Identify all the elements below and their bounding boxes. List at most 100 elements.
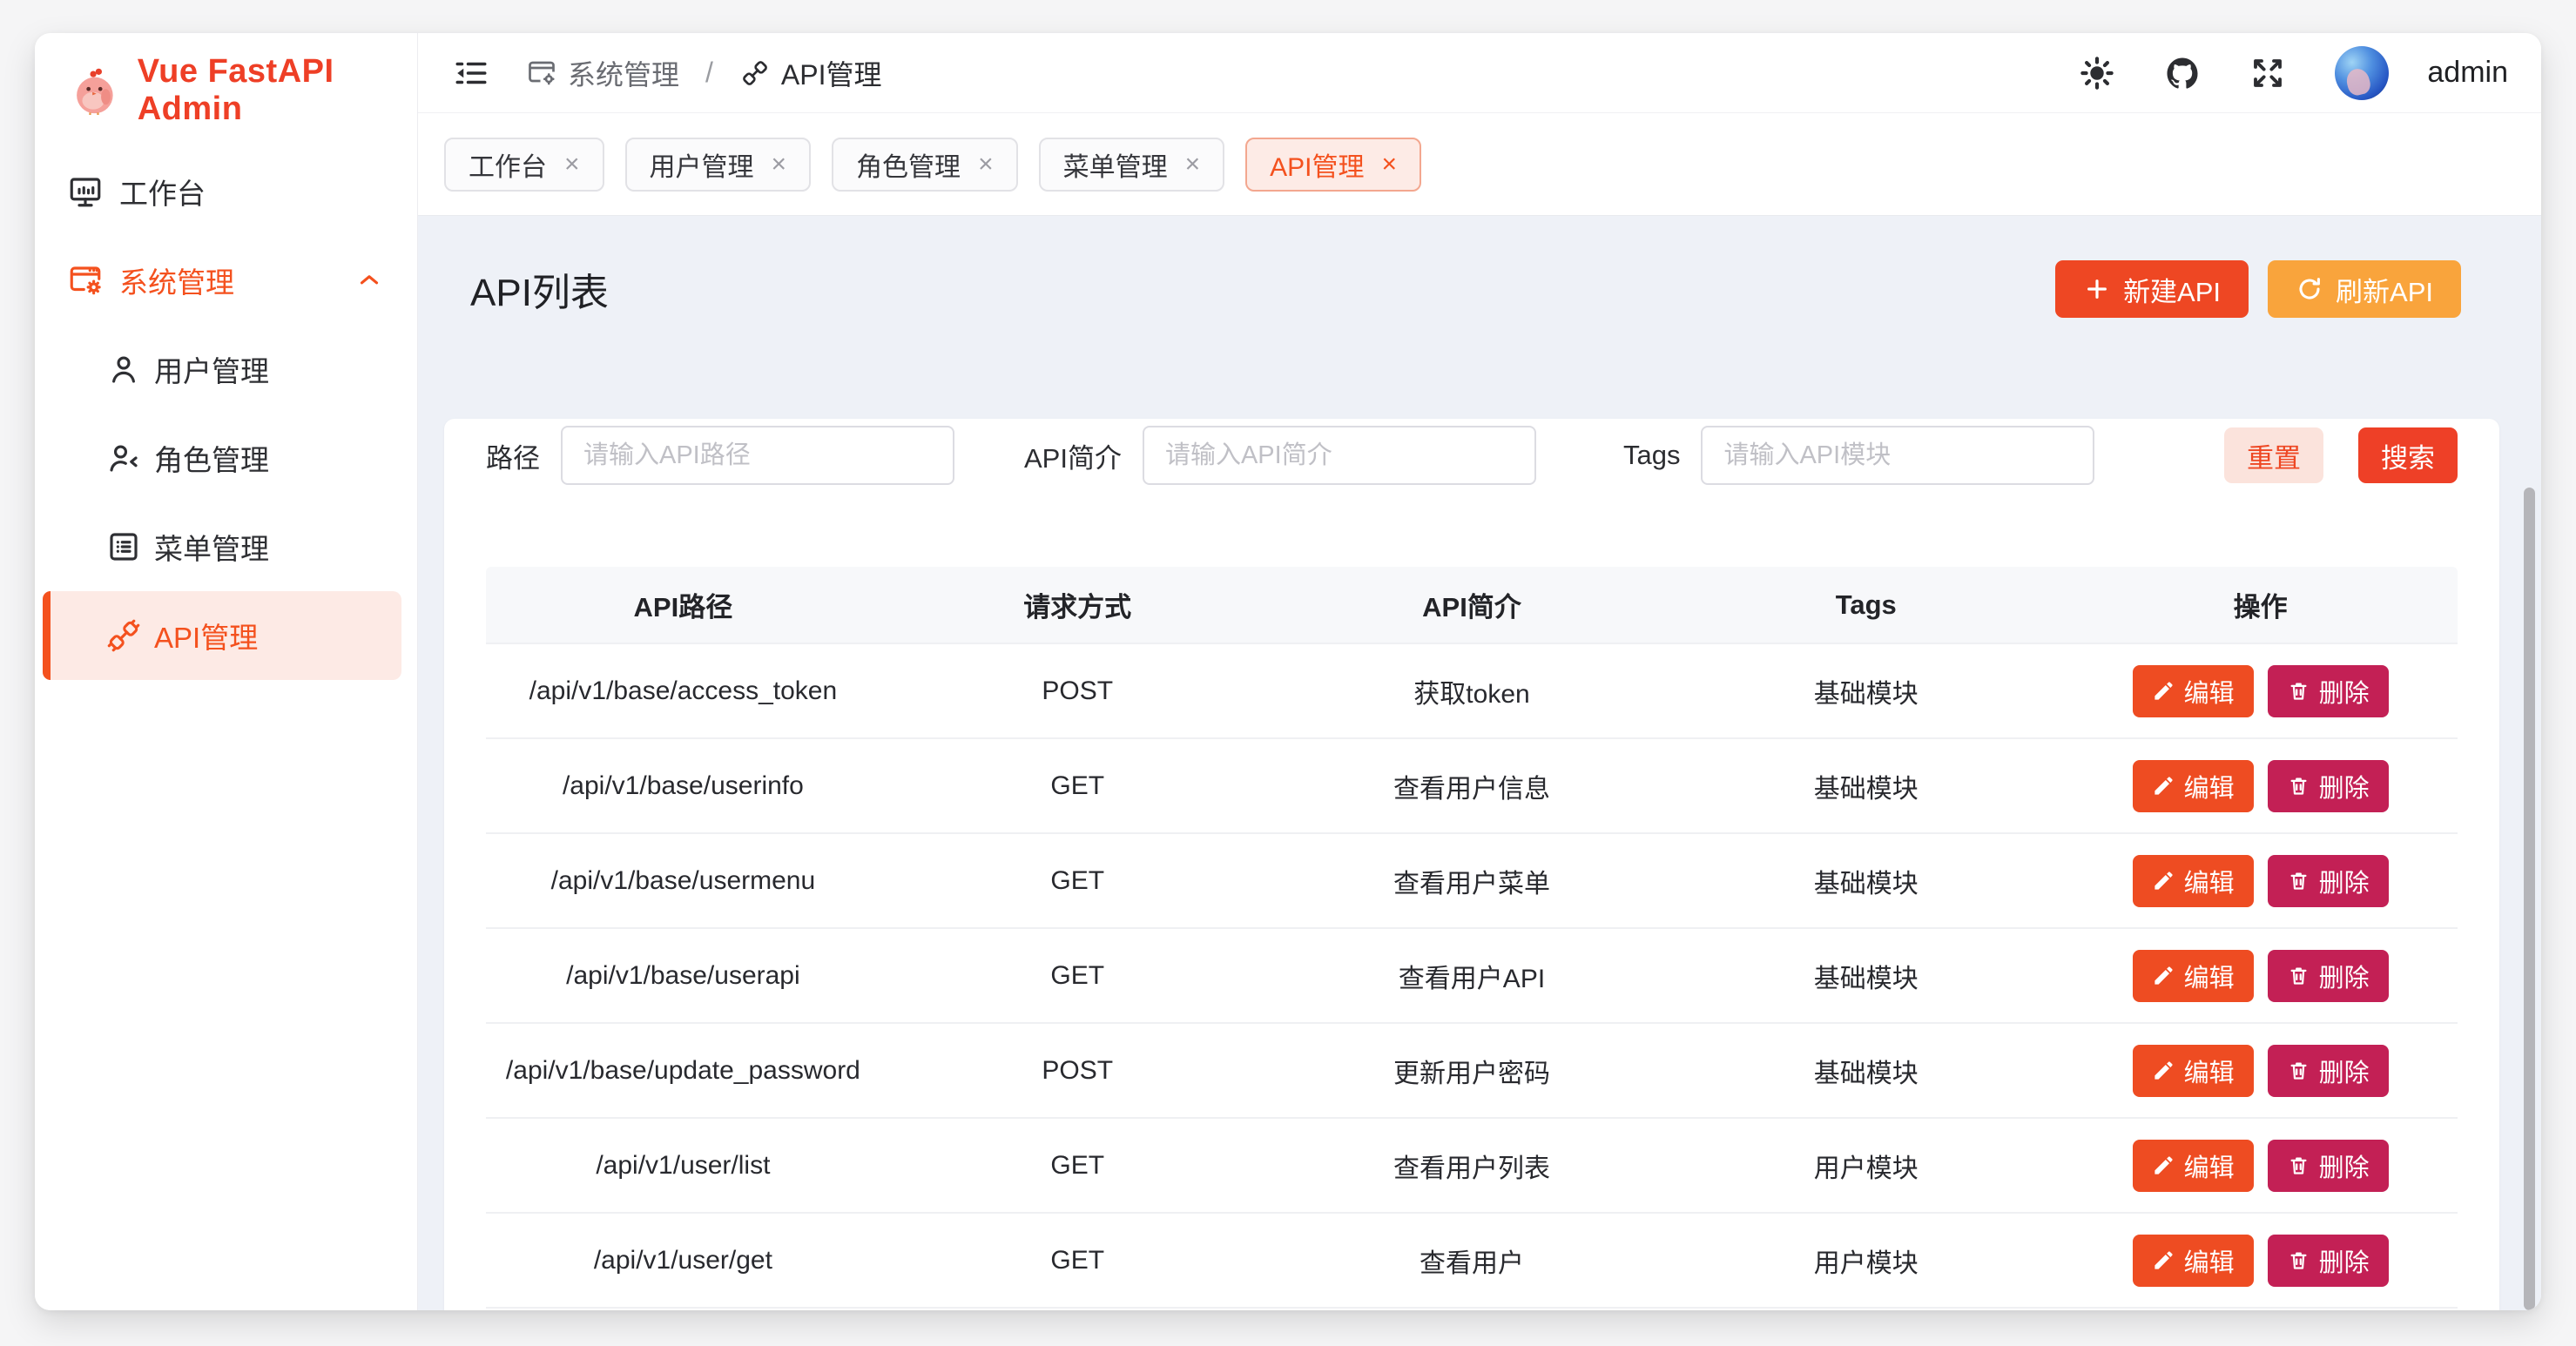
- trash-icon: [2287, 679, 2310, 703]
- breadcrumb-current-label: API管理: [781, 53, 882, 93]
- delete-button[interactable]: 删除: [2268, 665, 2389, 717]
- sidebar-item-label: API管理: [154, 615, 258, 656]
- tags-cell: 用户模块: [1669, 1147, 2063, 1185]
- path-filter-label: 路径: [486, 436, 540, 475]
- row-actions: 编辑 删除: [2063, 1140, 2458, 1192]
- sidebar-item-workbench[interactable]: 工作台: [35, 147, 417, 236]
- tab-close-icon[interactable]: ×: [1185, 151, 1201, 178]
- breadcrumb-parent[interactable]: 系统管理: [526, 53, 679, 93]
- api-list-card: 路径 API简介 Tags 重置 搜索: [444, 419, 2499, 1310]
- tab-close-icon[interactable]: ×: [772, 151, 787, 178]
- header-actions: admin: [2079, 46, 2508, 100]
- edit-button[interactable]: 编辑: [2133, 950, 2254, 1002]
- tags-filter-input[interactable]: [1701, 426, 2094, 485]
- tab-label: API管理: [1270, 145, 1364, 184]
- fullscreen-icon[interactable]: [2249, 55, 2286, 91]
- tab-users[interactable]: 用户管理 ×: [625, 138, 812, 192]
- avatar[interactable]: [2335, 46, 2389, 100]
- github-icon[interactable]: [2164, 55, 2201, 91]
- trash-icon: [2287, 964, 2310, 987]
- sidebar-item-menus[interactable]: 菜单管理: [35, 502, 417, 591]
- breadcrumb-current[interactable]: API管理: [739, 53, 882, 93]
- tab-menus[interactable]: 菜单管理 ×: [1039, 138, 1225, 192]
- column-header: API路径: [486, 585, 880, 624]
- column-header: Tags: [1669, 589, 2063, 621]
- table-row: /api/v1/base/userinfo GET 查看用户信息 基础模块 编辑: [486, 737, 2458, 832]
- collapse-sidebar-icon[interactable]: [453, 55, 489, 91]
- method-cell: POST: [880, 1056, 1275, 1086]
- new-api-button-label: 新建API: [2123, 270, 2221, 309]
- api-path-cell: /api/v1/base/userapi: [486, 961, 880, 991]
- pencil-icon: [2152, 869, 2175, 892]
- delete-button-label: 删除: [2319, 1242, 2370, 1279]
- tab-close-icon[interactable]: ×: [978, 151, 994, 178]
- path-filter-input[interactable]: [561, 426, 954, 485]
- method-cell: GET: [880, 771, 1275, 801]
- delete-button-label: 删除: [2319, 673, 2370, 710]
- tags-cell: 基础模块: [1669, 672, 2063, 710]
- delete-button[interactable]: 删除: [2268, 855, 2389, 907]
- filter-actions: 重置 搜索: [2224, 427, 2458, 483]
- sidebar-item-api[interactable]: API管理: [43, 591, 401, 680]
- edit-button[interactable]: 编辑: [2133, 665, 2254, 717]
- refresh-api-button[interactable]: 刷新API: [2268, 260, 2461, 318]
- delete-button[interactable]: 删除: [2268, 1045, 2389, 1097]
- theme-sun-icon[interactable]: [2079, 55, 2115, 91]
- edit-button[interactable]: 编辑: [2133, 1140, 2254, 1192]
- method-cell: GET: [880, 866, 1275, 896]
- sidebar-submenu: 用户管理 角色管理 菜单管理: [35, 325, 417, 680]
- tags-cell: 基础模块: [1669, 1052, 2063, 1090]
- sidebar-item-system[interactable]: 系统管理: [35, 236, 417, 325]
- sidebar-item-users[interactable]: 用户管理: [35, 325, 417, 414]
- brief-cell: 查看用户列表: [1275, 1147, 1669, 1185]
- delete-button[interactable]: 删除: [2268, 1140, 2389, 1192]
- reset-button-label: 重置: [2247, 436, 2301, 475]
- tab-workbench[interactable]: 工作台 ×: [444, 138, 604, 192]
- delete-button-label: 删除: [2319, 863, 2370, 899]
- delete-button[interactable]: 删除: [2268, 760, 2389, 812]
- api-table: API路径 请求方式 API简介 Tags 操作 /api/v1/base/ac…: [486, 567, 2458, 1310]
- tags-cell: 基础模块: [1669, 767, 2063, 805]
- edit-button[interactable]: 编辑: [2133, 855, 2254, 907]
- vertical-scrollbar[interactable]: [2524, 488, 2535, 1310]
- delete-button-label: 删除: [2319, 1147, 2370, 1184]
- api-path-cell: /api/v1/user/list: [486, 1151, 880, 1181]
- user-icon: [105, 351, 142, 387]
- app-window: Vue FastAPI Admin 工作台 系统管理: [35, 33, 2541, 1310]
- tags-cell: 基础模块: [1669, 862, 2063, 900]
- tab-close-icon[interactable]: ×: [1381, 151, 1397, 178]
- sidebar-item-label: 系统管理: [119, 259, 234, 301]
- tab-label: 工作台: [469, 145, 547, 184]
- search-button[interactable]: 搜索: [2358, 427, 2458, 483]
- column-header: 操作: [2063, 585, 2458, 624]
- delete-button[interactable]: 删除: [2268, 1235, 2389, 1287]
- tab-roles[interactable]: 角色管理 ×: [832, 138, 1018, 192]
- edit-button-label: 编辑: [2184, 1053, 2235, 1089]
- reset-button[interactable]: 重置: [2224, 427, 2323, 483]
- sidebar-item-label: 菜单管理: [154, 526, 269, 568]
- delete-button-label: 删除: [2319, 768, 2370, 804]
- refresh-api-button-label: 刷新API: [2336, 270, 2433, 309]
- header-bar: 系统管理 / API管理: [418, 33, 2541, 113]
- edit-button[interactable]: 编辑: [2133, 1235, 2254, 1287]
- trash-icon: [2287, 869, 2310, 892]
- api-path-cell: /api/v1/base/update_password: [486, 1056, 880, 1086]
- brief-cell: 查看用户API: [1275, 957, 1669, 995]
- edit-button[interactable]: 编辑: [2133, 760, 2254, 812]
- new-api-button[interactable]: 新建API: [2055, 260, 2249, 318]
- brief-cell: 查看用户信息: [1275, 767, 1669, 805]
- method-cell: POST: [880, 676, 1275, 706]
- tab-api[interactable]: API管理 ×: [1245, 138, 1421, 192]
- method-cell: GET: [880, 1246, 1275, 1275]
- page-header-actions: 新建API 刷新API: [2055, 260, 2461, 318]
- edit-button[interactable]: 编辑: [2133, 1045, 2254, 1097]
- trash-icon: [2287, 1059, 2310, 1082]
- delete-button-label: 删除: [2319, 1053, 2370, 1089]
- tab-close-icon[interactable]: ×: [564, 151, 580, 178]
- system-settings-icon: [67, 262, 104, 299]
- edit-button-label: 编辑: [2184, 958, 2235, 994]
- sidebar-item-roles[interactable]: 角色管理: [35, 414, 417, 502]
- brief-filter-input[interactable]: [1143, 426, 1536, 485]
- search-button-label: 搜索: [2381, 436, 2435, 475]
- delete-button[interactable]: 删除: [2268, 950, 2389, 1002]
